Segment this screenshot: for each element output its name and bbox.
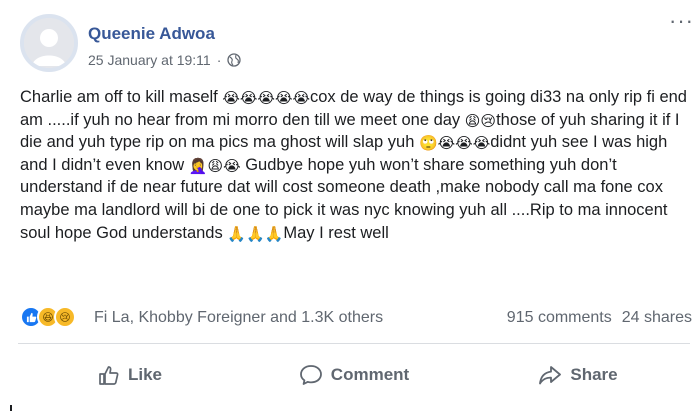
post-text-segment: May I rest well: [283, 223, 389, 242]
post-meta: 25 January at 19:11 ·: [88, 52, 242, 68]
post-body: Charlie am off to kill maself 😭😭😭😭😭cox d…: [20, 86, 695, 244]
emoji-group: 🤦‍♀️😩😭: [188, 157, 241, 175]
share-arrow-icon: [538, 364, 562, 386]
like-label: Like: [127, 365, 163, 384]
shares-count[interactable]: 24 shares: [622, 309, 692, 327]
like-button[interactable]: Like: [18, 350, 242, 400]
text-cursor: [10, 405, 12, 411]
emoji-group: 😭😭😭😭😭: [222, 90, 310, 107]
comment-icon: [299, 364, 323, 386]
emoji-group: 🙏🙏🙏: [227, 225, 284, 243]
action-divider: [18, 343, 690, 344]
more-options-button[interactable]: ···: [669, 8, 694, 34]
reaction-icons[interactable]: 😆 😢: [20, 306, 76, 328]
share-button[interactable]: Share: [466, 350, 690, 400]
comments-count[interactable]: 915 comments: [507, 309, 612, 327]
post-actions: Like Comment Share: [18, 350, 690, 400]
meta-separator: ·: [216, 52, 222, 68]
default-avatar-icon: [24, 18, 74, 68]
facebook-post: Queenie Adwoa 25 January at 19:11 · ··· …: [0, 0, 700, 413]
globe-icon[interactable]: [227, 53, 242, 67]
bottom-edge: [0, 404, 700, 413]
emoji-group: 😩😢: [464, 112, 497, 130]
reaction-summary: 😆 😢 Fi La, Khobby Foreigner and 1.3K oth…: [20, 306, 692, 332]
comment-button[interactable]: Comment: [242, 350, 466, 400]
post-text-segment: Charlie am off to kill maself: [20, 88, 223, 106]
avatar[interactable]: [20, 14, 78, 72]
emoji-group: 🙄😭😭😭: [418, 135, 491, 153]
reaction-names[interactable]: Fi La, Khobby Foreigner and 1.3K others: [94, 309, 383, 327]
post-stats: 915 comments 24 shares: [507, 309, 692, 327]
post-header: Queenie Adwoa 25 January at 19:11 · ···: [20, 8, 700, 76]
comment-label: Comment: [330, 365, 410, 384]
post-timestamp[interactable]: 25 January at 19:11: [88, 52, 211, 68]
author-name[interactable]: Queenie Adwoa: [88, 24, 215, 44]
sad-icon[interactable]: 😢: [54, 306, 76, 328]
thumbs-up-icon: [98, 364, 120, 386]
share-label: Share: [570, 365, 618, 384]
